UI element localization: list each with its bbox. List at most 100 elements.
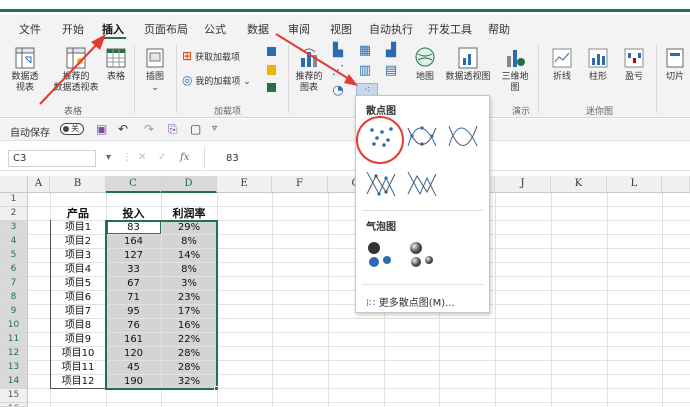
scatter-markers-option[interactable] (364, 120, 398, 152)
cell-investment[interactable]: 33 (106, 263, 161, 276)
col-header-d[interactable]: D (161, 176, 217, 193)
cell-product[interactable]: 项目4 (50, 263, 106, 276)
cell-margin[interactable]: 32% (161, 375, 217, 388)
pivotchart-button[interactable]: 数据透视图 (442, 46, 494, 83)
tab-help[interactable]: 帮助 (488, 21, 510, 37)
cell-margin[interactable]: 22% (161, 333, 217, 346)
row-header-9[interactable]: 9 (0, 305, 28, 319)
col-header-f[interactable]: F (272, 176, 328, 193)
autosave-toggle[interactable]: 关 (60, 123, 84, 135)
my-addins-button[interactable]: ◎ 我的加载项 ⌄ (182, 74, 262, 88)
scatter-smooth-lines-option[interactable] (446, 120, 480, 152)
tab-formulas[interactable]: 公式 (204, 21, 226, 37)
row-header-14[interactable]: 14 (0, 375, 28, 389)
print-preview-icon[interactable]: ▢ (190, 122, 201, 136)
cell-margin[interactable]: 23% (161, 291, 217, 304)
cell-product[interactable]: 项目11 (50, 361, 106, 374)
cell-product[interactable]: 项目10 (50, 347, 106, 360)
cell-investment[interactable]: 76 (106, 319, 161, 332)
scatter-straight-markers-option[interactable] (364, 168, 398, 200)
table-button[interactable]: 表格 (104, 46, 128, 83)
save-icon[interactable]: ▣ (96, 122, 107, 136)
row-header-13[interactable]: 13 (0, 361, 28, 375)
bubble-3d-option[interactable] (405, 238, 439, 270)
cell-investment[interactable]: 161 (106, 333, 161, 346)
cell-product[interactable]: 项目2 (50, 235, 106, 248)
tab-home[interactable]: 开始 (62, 21, 84, 37)
sparkline-column-button[interactable]: 柱形 (584, 46, 612, 83)
col-header-a[interactable]: A (28, 176, 50, 193)
cell-investment[interactable]: 120 (106, 347, 161, 360)
row-header-11[interactable]: 11 (0, 333, 28, 347)
cell-investment[interactable]: 190 (106, 375, 161, 388)
worksheet-grid[interactable]: A B C D E F G H I J K L 1 2 3 4 5 6 7 8 … (0, 176, 690, 407)
row-header-5[interactable]: 5 (0, 249, 28, 263)
cell-product[interactable]: 项目6 (50, 291, 106, 304)
col-header-k[interactable]: K (551, 176, 607, 193)
slicer-button[interactable]: 切片 (662, 46, 688, 83)
scatter-straight-lines-option[interactable] (405, 168, 439, 200)
combo-chart-button[interactable]: ▤ (382, 64, 400, 78)
scatter-smooth-markers-option[interactable] (405, 120, 439, 152)
cell-margin[interactable]: 8% (161, 263, 217, 276)
recommended-charts-button[interactable]: 推荐的 图表 (292, 46, 326, 94)
select-all-corner[interactable] (0, 176, 28, 193)
cancel-icon[interactable]: ✕ (138, 152, 146, 163)
cell-margin[interactable]: 28% (161, 347, 217, 360)
formula-input[interactable]: 83 (226, 153, 239, 164)
header-investment[interactable]: 投入 (106, 207, 161, 220)
undo-icon[interactable]: ↶ (118, 122, 128, 136)
redo-icon[interactable]: ↷ (144, 122, 154, 136)
row-header-12[interactable]: 12 (0, 347, 28, 361)
map-button[interactable]: 地图 (414, 46, 436, 83)
tab-data[interactable]: 数据 (247, 21, 269, 37)
column-chart-button[interactable]: ▙ (330, 44, 346, 58)
cell-margin[interactable]: 17% (161, 305, 217, 318)
cell-product[interactable]: 项目5 (50, 277, 106, 290)
cell-margin[interactable]: 28% (161, 361, 217, 374)
cell-margin[interactable]: 8% (161, 235, 217, 248)
pie-chart-button[interactable]: ◔ (330, 84, 346, 98)
get-addins-button[interactable]: ⊞ 获取加载项 (182, 50, 260, 64)
statistic-chart-button[interactable]: ▥ (356, 64, 374, 78)
cell-product[interactable]: 项目3 (50, 249, 106, 262)
row-header-15[interactable]: 15 (0, 389, 28, 403)
more-scatter-charts-item[interactable]: ⁞∷ 更多散点图(M)... (366, 294, 455, 309)
cell-margin[interactable]: 29% (161, 221, 217, 234)
cell-product[interactable]: 项目8 (50, 319, 106, 332)
header-product[interactable]: 产品 (50, 207, 106, 220)
function-icon[interactable]: fx (180, 152, 189, 163)
cell-product[interactable]: 项目9 (50, 333, 106, 346)
pivot-table-button[interactable]: 数据透 视表 (6, 46, 44, 94)
sparkline-line-button[interactable]: 折线 (548, 46, 576, 83)
row-header-16[interactable]: 16 (0, 403, 28, 407)
col-header-c[interactable]: C (106, 176, 161, 193)
waterfall-chart-button[interactable]: ▟ (382, 44, 400, 58)
customize-qat-icon[interactable]: ▿ (212, 123, 217, 134)
row-header-6[interactable]: 6 (0, 263, 28, 277)
cell-investment[interactable]: 67 (106, 277, 161, 290)
cell-product[interactable]: 项目12 (50, 375, 106, 388)
cell-product[interactable]: 项目1 (50, 221, 106, 234)
row-header-4[interactable]: 4 (0, 235, 28, 249)
tab-file[interactable]: 文件 (19, 21, 41, 37)
name-box-dropdown-icon[interactable]: ▾ (106, 152, 111, 163)
sparkline-winloss-button[interactable]: 盈亏 (620, 46, 648, 83)
tab-automate[interactable]: 自动执行 (369, 21, 413, 37)
hierarchy-chart-button[interactable]: ▦ (356, 44, 374, 58)
tab-page-layout[interactable]: 页面布局 (144, 21, 188, 37)
line-chart-button[interactable]: ⋰ (330, 64, 346, 78)
row-header-1[interactable]: 1 (0, 193, 28, 207)
col-header-b[interactable]: B (50, 176, 106, 193)
bubble-option[interactable] (364, 238, 398, 270)
format-painter-icon[interactable]: ⎘ (168, 122, 178, 137)
bing-maps-button[interactable] (264, 47, 280, 99)
row-header-2[interactable]: 2 (0, 207, 28, 221)
col-header-l[interactable]: L (607, 176, 662, 193)
cell-investment[interactable]: 95 (106, 305, 161, 318)
header-margin[interactable]: 利润率 (161, 207, 217, 220)
tab-developer[interactable]: 开发工具 (428, 21, 472, 37)
recommended-pivot-button[interactable]: 推荐的 数据透视表 (50, 46, 102, 94)
tab-review[interactable]: 审阅 (288, 21, 310, 37)
cell-margin[interactable]: 3% (161, 277, 217, 290)
